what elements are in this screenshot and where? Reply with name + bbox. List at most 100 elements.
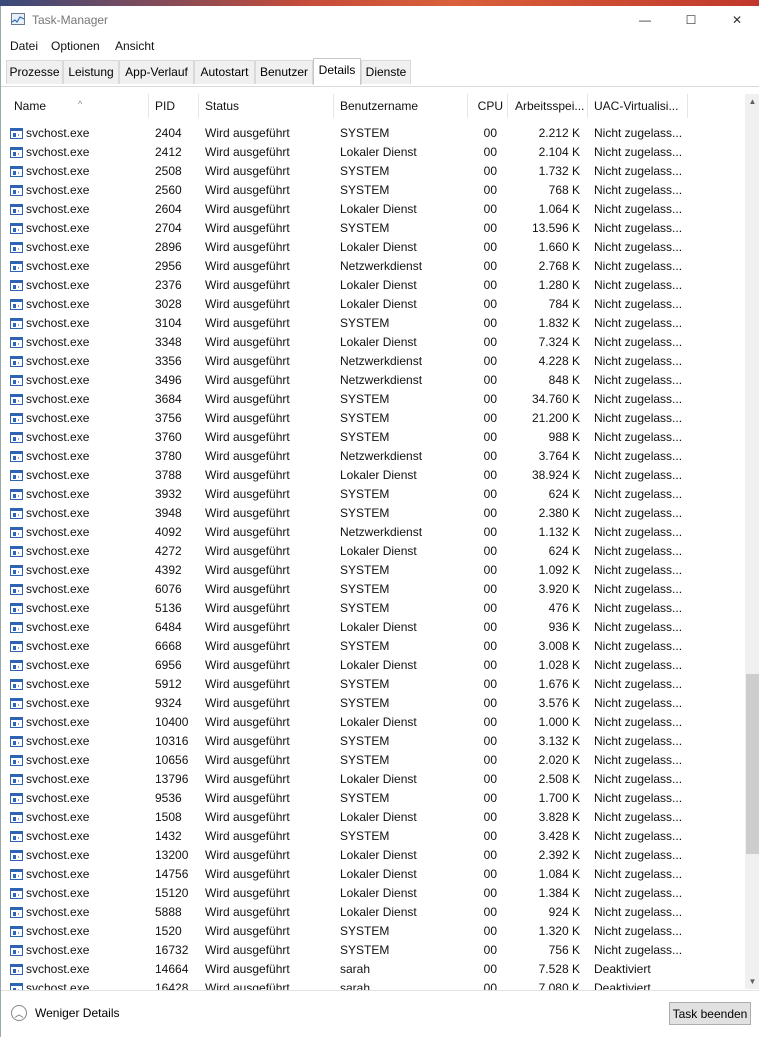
menu-optionen[interactable]: Optionen <box>51 39 100 53</box>
table-row[interactable]: svchost.exe 14664 Wird ausgeführt sarah 00 7.… <box>1 960 745 979</box>
cell-name: svchost.exe <box>26 468 90 482</box>
tab-leistung[interactable]: Leistung <box>63 60 119 84</box>
table-row[interactable]: svchost.exe 4092 Wird ausgeführt Netzwerkdi… <box>1 523 745 542</box>
table-row[interactable]: svchost.exe 1520 Wird ausgeführt SYSTEM 00 1.… <box>1 922 745 941</box>
table-row[interactable]: svchost.exe 3348 Wird ausgeführt Lokaler Di… <box>1 333 745 352</box>
table-row[interactable]: svchost.exe 3684 Wird ausgeführt SYSTEM 00 34… <box>1 390 745 409</box>
table-row[interactable]: svchost.exe 1508 Wird ausgeführt Lokaler Di… <box>1 808 745 827</box>
cell-uac: Nicht zugelass... <box>594 544 683 558</box>
cell-cpu: 00 <box>483 582 497 596</box>
details-table: Name ^ PID Status Benutzername CPU Arbei… <box>1 94 745 991</box>
cell-uac: Nicht zugelass... <box>594 848 683 862</box>
table-row[interactable]: svchost.exe 13200 Wird ausgeführt Lokaler D… <box>1 846 745 865</box>
cell-status: Wird ausgeführt <box>205 943 290 957</box>
table-row[interactable]: svchost.exe 10316 Wird ausgeführt SYSTEM 00 3… <box>1 732 745 751</box>
table-row[interactable]: svchost.exe 3948 Wird ausgeführt SYSTEM 00 2.… <box>1 504 745 523</box>
tab-app-verlauf[interactable]: App-Verlauf <box>119 60 194 84</box>
tab-dienste[interactable]: Dienste <box>361 60 411 84</box>
table-row[interactable]: svchost.exe 3028 Wird ausgeführt Lokaler Di… <box>1 295 745 314</box>
cell-pid: 3780 <box>155 449 182 463</box>
vertical-scrollbar[interactable]: ▲ ▼ <box>745 94 759 989</box>
column-header-status[interactable]: Status <box>199 94 334 118</box>
table-row[interactable]: svchost.exe 2508 Wird ausgeführt SYSTEM 00 1.… <box>1 162 745 181</box>
column-header-cpu[interactable]: CPU <box>468 94 508 118</box>
table-row[interactable]: svchost.exe 3104 Wird ausgeführt SYSTEM 00 1.… <box>1 314 745 333</box>
table-row[interactable]: svchost.exe 5136 Wird ausgeführt SYSTEM 00 47… <box>1 599 745 618</box>
column-header-uac-virtualisierung[interactable]: UAC-Virtualisi... <box>588 94 688 118</box>
table-row[interactable]: svchost.exe 3788 Wird ausgeführt Lokaler Di… <box>1 466 745 485</box>
cell-status: Wird ausgeführt <box>205 867 290 881</box>
fewer-details-link[interactable]: ︿ Weniger Details <box>11 1005 119 1021</box>
column-header-arbeitsspeicher[interactable]: Arbeitsspei... <box>508 94 588 118</box>
table-row[interactable]: svchost.exe 2896 Wird ausgeführt Lokaler Di… <box>1 238 745 257</box>
cell-username: SYSTEM <box>340 601 390 615</box>
table-row[interactable]: svchost.exe 3760 Wird ausgeführt SYSTEM 00 98… <box>1 428 745 447</box>
end-task-button[interactable]: Task beenden <box>669 1002 751 1025</box>
table-row[interactable]: svchost.exe 3780 Wird ausgeführt Netzwerkdi… <box>1 447 745 466</box>
tab-autostart[interactable]: Autostart <box>194 60 255 84</box>
minimize-button[interactable]: — <box>622 6 668 34</box>
cell-cpu: 00 <box>483 487 497 501</box>
table-row[interactable]: svchost.exe 13796 Wird ausgeführt Lokaler D… <box>1 770 745 789</box>
cell-cpu: 00 <box>483 886 497 900</box>
column-header-label: Name <box>14 99 47 113</box>
table-row[interactable]: svchost.exe 2704 Wird ausgeführt SYSTEM 00 13… <box>1 219 745 238</box>
column-header-pid[interactable]: PID <box>149 94 199 118</box>
table-row[interactable]: svchost.exe 2404 Wird ausgeführt SYSTEM 00 2.… <box>1 124 745 143</box>
table-row[interactable]: svchost.exe 5912 Wird ausgeführt SYSTEM 00 1.… <box>1 675 745 694</box>
table-row[interactable]: svchost.exe 14756 Wird ausgeführt Lokaler D… <box>1 865 745 884</box>
table-row[interactable]: svchost.exe 6668 Wird ausgeführt SYSTEM 00 3.… <box>1 637 745 656</box>
table-row[interactable]: svchost.exe 3756 Wird ausgeführt SYSTEM 00 21… <box>1 409 745 428</box>
menu-datei[interactable]: Datei <box>10 39 38 53</box>
cell-pid: 9324 <box>155 696 182 710</box>
column-header-name[interactable]: Name ^ <box>8 94 149 118</box>
process-window-icon <box>10 413 23 424</box>
maximize-button[interactable]: ☐ <box>668 6 714 34</box>
tab-prozesse[interactable]: Prozesse <box>6 60 63 84</box>
cell-memory: 1.660 K <box>538 240 580 254</box>
scroll-down-icon[interactable]: ▼ <box>745 974 759 989</box>
table-row[interactable]: svchost.exe 5888 Wird ausgeführt Lokaler Di… <box>1 903 745 922</box>
table-row[interactable]: svchost.exe 3356 Wird ausgeführt Netzwerkdi… <box>1 352 745 371</box>
process-window-icon <box>10 584 23 595</box>
table-row[interactable]: svchost.exe 9536 Wird ausgeführt SYSTEM 00 1.… <box>1 789 745 808</box>
table-row[interactable]: svchost.exe 2956 Wird ausgeführt Netzwerkdi… <box>1 257 745 276</box>
table-row[interactable]: svchost.exe 9324 Wird ausgeführt SYSTEM 00 3.… <box>1 694 745 713</box>
cell-memory: 38.924 K <box>531 468 580 482</box>
table-row[interactable]: svchost.exe 6076 Wird ausgeführt SYSTEM 00 3.… <box>1 580 745 599</box>
table-row[interactable]: svchost.exe 2376 Wird ausgeführt Lokaler Di… <box>1 276 745 295</box>
table-row[interactable]: svchost.exe 6484 Wird ausgeführt Lokaler Di… <box>1 618 745 637</box>
cell-username: Lokaler Dienst <box>340 810 417 824</box>
table-row[interactable]: svchost.exe 10400 Wird ausgeführt Lokaler D… <box>1 713 745 732</box>
table-row[interactable]: svchost.exe 3932 Wird ausgeführt SYSTEM 00 62… <box>1 485 745 504</box>
table-row[interactable]: svchost.exe 3496 Wird ausgeführt Netzwerkdi… <box>1 371 745 390</box>
cell-memory: 1.028 K <box>538 658 580 672</box>
cell-name: svchost.exe <box>26 259 90 273</box>
tab-details[interactable]: Details <box>313 58 361 85</box>
table-row[interactable]: svchost.exe 2604 Wird ausgeführt Lokaler Di… <box>1 200 745 219</box>
table-row[interactable]: svchost.exe 4272 Wird ausgeführt Lokaler Di… <box>1 542 745 561</box>
table-row[interactable]: svchost.exe 2412 Wird ausgeführt Lokaler Di… <box>1 143 745 162</box>
table-row[interactable]: svchost.exe 10656 Wird ausgeführt SYSTEM 00 2… <box>1 751 745 770</box>
cell-memory: 3.764 K <box>538 449 580 463</box>
menu-ansicht[interactable]: Ansicht <box>115 39 154 53</box>
scrollbar-thumb[interactable] <box>746 674 759 854</box>
cell-status: Wird ausgeführt <box>205 791 290 805</box>
cell-cpu: 00 <box>483 354 497 368</box>
table-row[interactable]: svchost.exe 4392 Wird ausgeführt SYSTEM 00 1.… <box>1 561 745 580</box>
cell-pid: 3348 <box>155 335 182 349</box>
table-row[interactable]: svchost.exe 16732 Wird ausgeführt SYSTEM 00 7… <box>1 941 745 960</box>
table-row[interactable]: svchost.exe 15120 Wird ausgeführt Lokaler D… <box>1 884 745 903</box>
scroll-up-icon[interactable]: ▲ <box>745 94 759 109</box>
process-window-icon <box>10 489 23 500</box>
close-button[interactable]: ✕ <box>714 6 759 34</box>
process-window-icon <box>10 128 23 139</box>
column-header-benutzername[interactable]: Benutzername <box>334 94 468 118</box>
table-row[interactable]: svchost.exe 2560 Wird ausgeführt SYSTEM 00 76… <box>1 181 745 200</box>
cell-memory: 624 K <box>548 544 580 558</box>
table-row[interactable]: svchost.exe 1432 Wird ausgeführt SYSTEM 00 3.… <box>1 827 745 846</box>
cell-uac: Nicht zugelass... <box>594 183 683 197</box>
table-row[interactable]: svchost.exe 6956 Wird ausgeführt Lokaler Di… <box>1 656 745 675</box>
tab-benutzer[interactable]: Benutzer <box>255 60 313 84</box>
cell-cpu: 00 <box>483 620 497 634</box>
